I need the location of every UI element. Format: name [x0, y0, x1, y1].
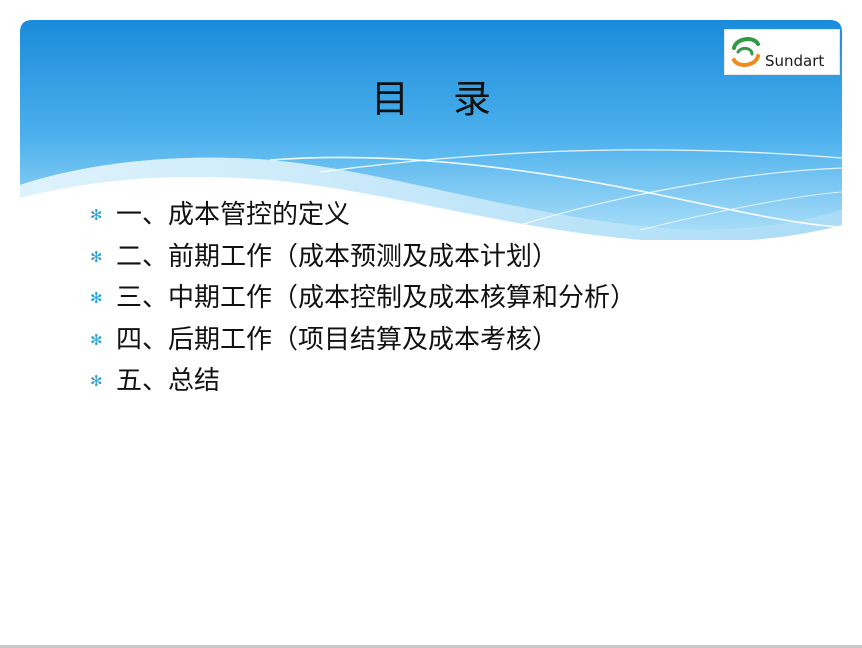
slide-title: 目录: [0, 68, 862, 123]
slide-title-char-1: 目: [370, 77, 409, 121]
toc-item-label: 三、中期工作（成本控制及成本核算和分析）: [116, 283, 637, 313]
table-of-contents: ✻ 一、成本管控的定义 ✻ 二、前期工作（成本预测及成本计划） ✻ 三、中期工作（成本…: [90, 196, 636, 404]
toc-item-5[interactable]: ✻ 五、总结: [90, 362, 636, 404]
toc-item-4[interactable]: ✻ 四、后期工作（项目结算及成本考核）: [90, 321, 636, 363]
toc-item-label: 五、总结: [116, 366, 221, 396]
asterisk-bullet-icon: ✻: [90, 289, 103, 307]
toc-item-3[interactable]: ✻ 三、中期工作（成本控制及成本核算和分析）: [90, 279, 636, 321]
slide: 目录 Sundart ✻ 一、成本管控的定义 ✻ 二、前期工作（成本预测及成本计划）…: [0, 0, 862, 648]
toc-item-label: 二、前期工作（成本预测及成本计划）: [116, 241, 559, 272]
asterisk-bullet-icon: ✻: [90, 206, 103, 224]
asterisk-bullet-icon: ✻: [90, 247, 103, 266]
asterisk-bullet-icon: ✻: [90, 372, 103, 390]
toc-item-label: 一、成本管控的定义: [116, 200, 351, 230]
sundart-swirl-logo-icon: [732, 37, 760, 67]
toc-item-label: 四、后期工作（项目结算及成本考核）: [116, 324, 559, 355]
slide-title-char-2: 录: [453, 77, 492, 121]
toc-item-2[interactable]: ✻ 二、前期工作（成本预测及成本计划）: [90, 238, 636, 280]
company-logo: Sundart: [724, 29, 840, 75]
toc-item-1[interactable]: ✻ 一、成本管控的定义: [90, 196, 636, 238]
asterisk-bullet-icon: ✻: [90, 330, 103, 349]
logo-text: Sundart: [765, 52, 825, 70]
